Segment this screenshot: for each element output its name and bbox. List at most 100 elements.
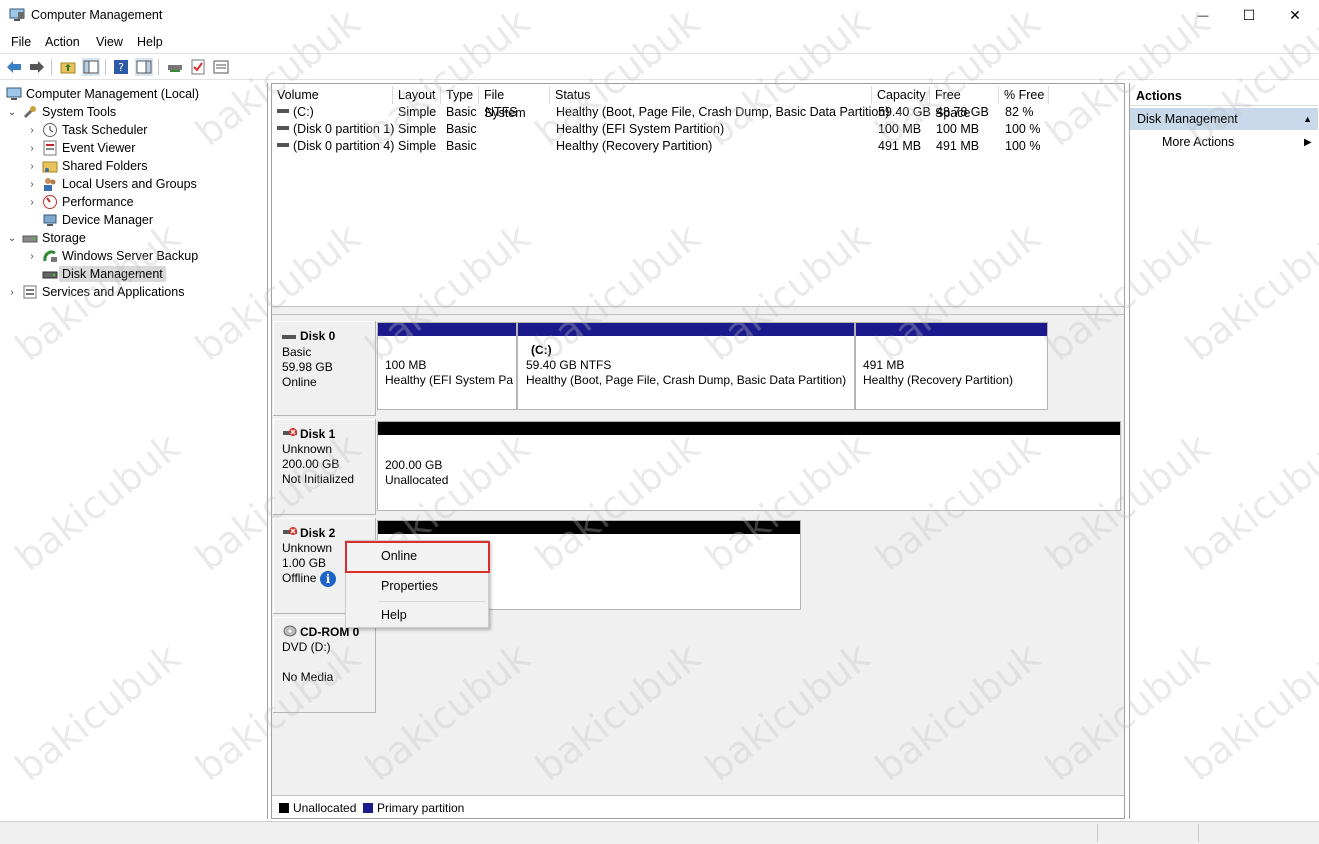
toolbar: ? — [0, 53, 1319, 80]
help-icon[interactable]: ? — [112, 58, 130, 76]
legend: Unallocated Primary partition — [272, 795, 1124, 818]
menu-action[interactable]: Action — [45, 35, 80, 49]
menu-bar: File Action View Help — [0, 31, 1319, 53]
minimize-icon: — — [1197, 9, 1209, 22]
performance-icon — [42, 194, 58, 210]
device-manager-icon — [42, 212, 58, 228]
volume-list-header: Volume Layout Type File System Status Ca… — [272, 86, 1124, 120]
tree-item-storage[interactable]: ⌄ Storage — [6, 229, 86, 247]
event-viewer-icon — [42, 140, 58, 156]
tree-item-system-tools[interactable]: ⌄ System Tools — [6, 103, 116, 121]
forward-arrow-icon[interactable] — [28, 58, 46, 76]
chevron-right-icon[interactable]: › — [26, 197, 38, 208]
table-row[interactable]: (Disk 0 partition 4) Simple Basic Health… — [272, 138, 1124, 155]
tools-icon — [22, 104, 38, 120]
tree-item-disk-management[interactable]: Disk Management — [42, 265, 166, 283]
maximize-icon: ☐ — [1242, 7, 1256, 23]
computer-management-icon — [6, 86, 22, 102]
column-status[interactable]: Status — [550, 86, 872, 104]
context-menu-properties[interactable]: Properties — [346, 573, 488, 599]
volume-icon — [277, 121, 289, 138]
column-volume[interactable]: Volume — [272, 86, 393, 104]
clock-icon — [42, 122, 58, 138]
menu-view[interactable]: View — [96, 35, 123, 49]
close-button[interactable]: ✕ — [1272, 0, 1318, 31]
title-bar: Computer Management — ☐ ✕ — [0, 0, 1319, 31]
back-arrow-icon[interactable] — [5, 58, 23, 76]
highlight-box — [345, 541, 490, 573]
chevron-right-icon[interactable]: › — [26, 143, 38, 154]
backup-icon — [42, 248, 58, 264]
actions-pane: Actions Disk Management ▲ More Actions ▶ — [1129, 83, 1319, 819]
tree-item-computer-management[interactable]: Computer Management (Local) — [6, 85, 199, 103]
chevron-right-icon[interactable]: › — [26, 251, 38, 262]
services-icon — [22, 284, 38, 300]
disk-1-label[interactable]: Disk 1 Unknown 200.00 GB Not Initialized — [273, 419, 376, 515]
legend-unallocated: Unallocated — [293, 801, 357, 815]
tree-item-local-users[interactable]: › Local Users and Groups — [26, 175, 197, 193]
disk-management-icon — [42, 266, 58, 282]
chevron-right-icon[interactable]: › — [26, 161, 38, 172]
minimize-button[interactable]: — — [1180, 0, 1226, 31]
partition-disk1-unallocated[interactable]: 200.00 GB Unallocated — [377, 421, 1121, 511]
column-capacity[interactable]: Capacity — [872, 86, 930, 104]
context-menu-help[interactable]: Help — [346, 602, 488, 628]
tree-item-task-scheduler[interactable]: › Task Scheduler — [26, 121, 147, 139]
disk-icon — [282, 331, 296, 346]
tree-item-shared-folders[interactable]: › Shared Folders — [26, 157, 147, 175]
chevron-down-icon[interactable]: ⌄ — [6, 233, 18, 244]
info-icon[interactable]: i — [320, 571, 336, 587]
disk-error-icon — [283, 526, 297, 542]
menu-file[interactable]: File — [11, 35, 31, 49]
disk-0-label[interactable]: Disk 0 Basic 59.98 GB Online — [273, 321, 376, 416]
tree-item-performance[interactable]: › Performance — [26, 193, 134, 211]
table-row[interactable]: (Disk 0 partition 1) Simple Basic Health… — [272, 121, 1124, 138]
check-icon[interactable] — [189, 58, 207, 76]
volume-icon — [277, 104, 289, 121]
partition-c[interactable]: (C:) 59.40 GB NTFS Healthy (Boot, Page F… — [517, 322, 855, 410]
submenu-arrow-icon: ▶ — [1304, 137, 1312, 148]
users-icon — [42, 176, 58, 192]
column-percent-free[interactable]: % Free — [999, 86, 1049, 104]
more-actions-link[interactable]: More Actions — [1162, 135, 1234, 149]
column-layout[interactable]: Layout — [393, 86, 441, 104]
column-file-system[interactable]: File System — [479, 86, 550, 120]
console-tree: Computer Management (Local) ⌄ System Too… — [0, 83, 268, 819]
computer-management-icon — [9, 8, 25, 22]
table-row[interactable]: (C:) Simple Basic NTFS Healthy (Boot, Pa… — [272, 104, 1124, 121]
status-bar — [0, 821, 1319, 844]
properties-icon[interactable] — [212, 58, 230, 76]
cdrom-icon — [283, 625, 297, 641]
svg-text:?: ? — [118, 61, 124, 74]
collapse-icon[interactable]: ▲ — [1303, 108, 1312, 130]
chevron-right-icon[interactable]: › — [6, 287, 18, 298]
maximize-button[interactable]: ☐ — [1226, 0, 1272, 31]
actions-section-disk-management[interactable]: Disk Management ▲ — [1130, 108, 1318, 130]
partition-recovery[interactable]: 491 MB Healthy (Recovery Partition) — [855, 322, 1048, 410]
legend-unallocated-swatch — [279, 803, 289, 813]
folder-up-icon[interactable] — [59, 58, 77, 76]
tree-item-server-backup[interactable]: › Windows Server Backup — [26, 247, 198, 265]
cdrom-0-label[interactable]: CD-ROM 0 DVD (D:) No Media — [273, 617, 376, 713]
window-title: Computer Management — [31, 8, 163, 22]
column-type[interactable]: Type — [441, 86, 479, 104]
chevron-down-icon[interactable]: ⌄ — [6, 107, 18, 118]
connect-icon[interactable] — [166, 58, 184, 76]
console-tree-icon[interactable] — [82, 58, 100, 76]
disk-management-pane: Volume Layout Type File System Status Ca… — [271, 83, 1125, 819]
column-free-space[interactable]: Free Space — [930, 86, 999, 120]
partition-efi[interactable]: 100 MB Healthy (EFI System Par — [377, 322, 517, 410]
chevron-right-icon[interactable]: › — [26, 125, 38, 136]
legend-primary-swatch — [363, 803, 373, 813]
shared-folder-icon — [42, 158, 58, 174]
tree-item-services[interactable]: › Services and Applications — [6, 283, 184, 301]
chevron-right-icon[interactable]: › — [26, 179, 38, 190]
actions-title: Actions — [1130, 87, 1318, 106]
action-pane-icon[interactable] — [135, 58, 153, 76]
tree-item-device-manager[interactable]: Device Manager — [42, 211, 153, 229]
disk-error-icon — [283, 427, 297, 443]
tree-item-event-viewer[interactable]: › Event Viewer — [26, 139, 135, 157]
legend-primary: Primary partition — [377, 801, 465, 815]
pane-splitter[interactable] — [272, 306, 1124, 315]
menu-help[interactable]: Help — [137, 35, 163, 49]
